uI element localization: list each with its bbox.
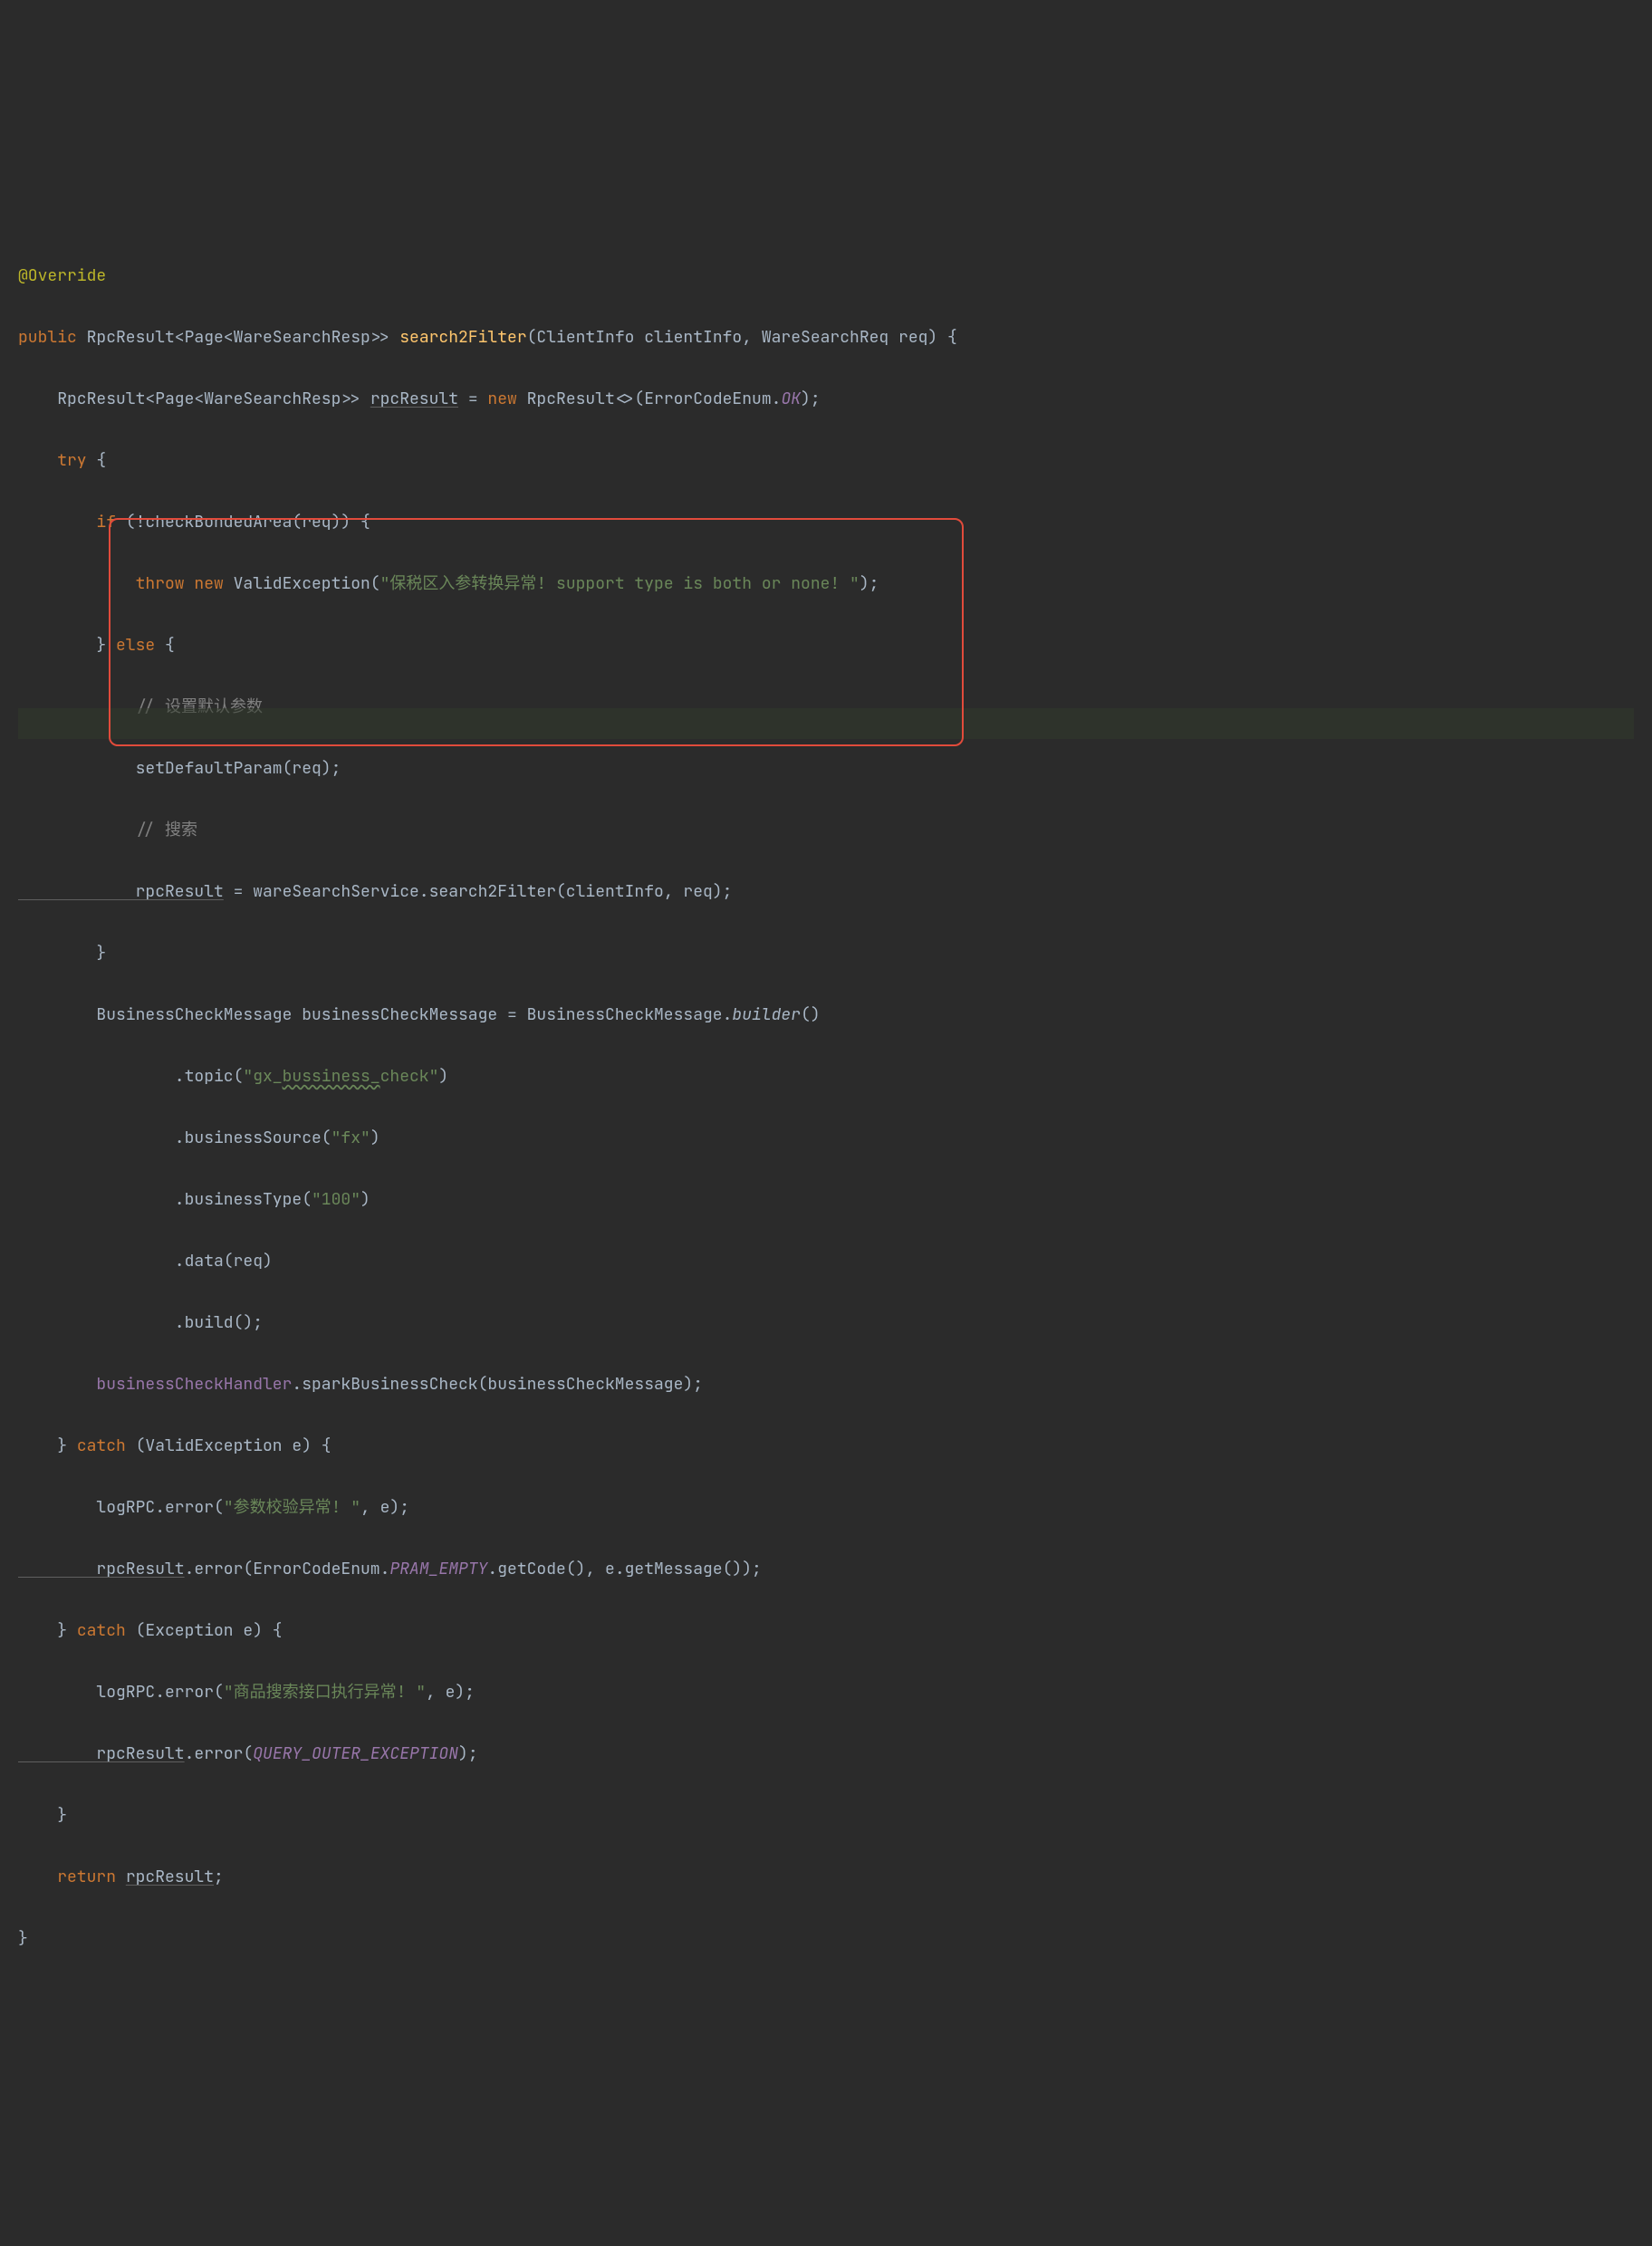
code-line: } catch (ValidException e) { [18, 1431, 1634, 1462]
code-line: rpcResult.error(ErrorCodeEnum.PRAM_EMPTY… [18, 1554, 1634, 1585]
code-line: .businessType("100") [18, 1185, 1634, 1215]
code-line: public RpcResult<Page<WareSearchResp>> s… [18, 322, 1634, 353]
code-line: } } elseelse { [18, 630, 1634, 661]
code-line: setDefaultParam(req); [18, 753, 1634, 784]
code-line: return rpcResult; [18, 1862, 1634, 1893]
annotation: @Override [18, 265, 106, 286]
code-line: // 搜索 [18, 815, 1634, 846]
code-line: } [18, 1924, 1634, 1954]
code-line: @Override [18, 261, 1634, 292]
code-line: .build(); [18, 1308, 1634, 1339]
code-line: if (!checkBondedArea(req)) { [18, 507, 1634, 538]
code-line: throw new ValidException("保税区入参转换异常! sup… [18, 569, 1634, 600]
code-line: rpcResult.error(QUERY_OUTER_EXCEPTION); [18, 1739, 1634, 1770]
code-line: rpcResult = wareSearchService.search2Fil… [18, 877, 1634, 907]
code-line: RpcResult<Page<WareSearchResp>> rpcResul… [18, 384, 1634, 415]
code-line: BusinessCheckMessage businessCheckMessag… [18, 1000, 1634, 1031]
code-line: .topic("gx_bussiness_check") [18, 1061, 1634, 1092]
code-line: // 设置默认参数 [18, 692, 1634, 723]
code-line: businessCheckHandler.sparkBusinessCheck(… [18, 1369, 1634, 1400]
code-line: } catch (Exception e) { [18, 1616, 1634, 1646]
code-line: .data(req) [18, 1246, 1634, 1277]
code-line: } [18, 1800, 1634, 1831]
code-line: } [18, 938, 1634, 969]
method-name: search2Filter [399, 327, 526, 348]
code-line: try { [18, 446, 1634, 476]
code-line: logRPC.error("参数校验异常! ", e); [18, 1493, 1634, 1523]
code-line: logRPC.error("商品搜索接口执行异常! ", e); [18, 1677, 1634, 1708]
code-editor[interactable]: @Override public RpcResult<Page<WareSear… [18, 138, 1634, 2078]
code-line: .businessSource("fx") [18, 1123, 1634, 1154]
